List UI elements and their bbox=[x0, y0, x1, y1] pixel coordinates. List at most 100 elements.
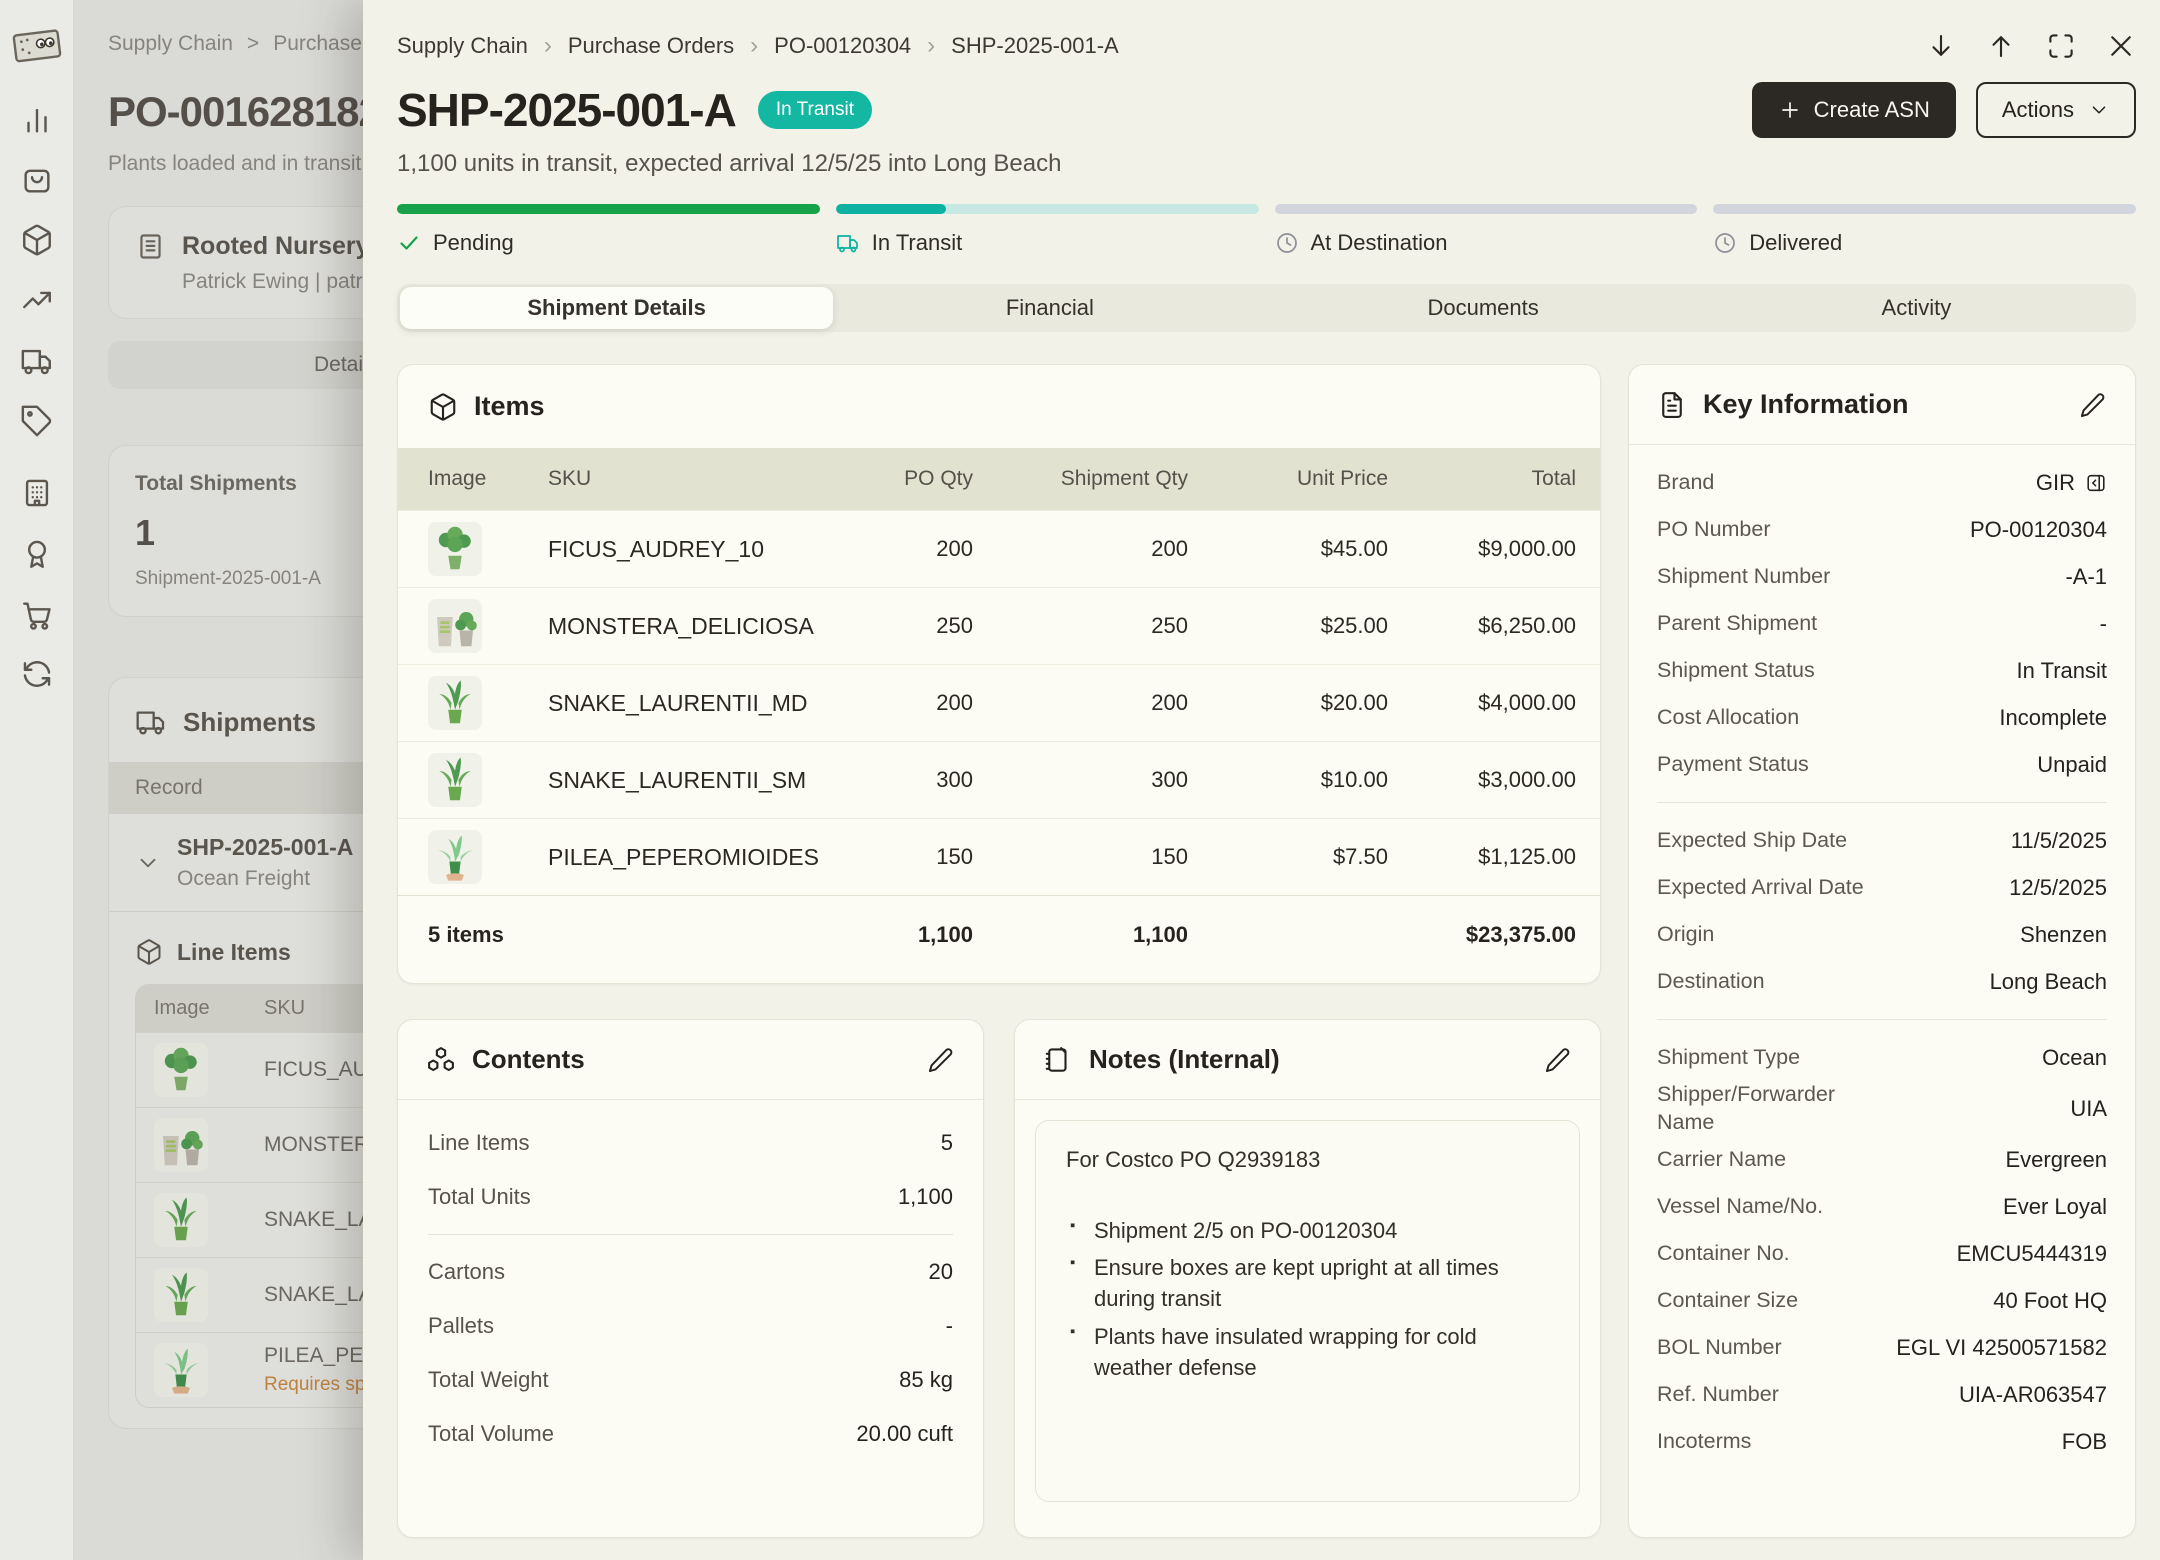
tab-documents[interactable]: Documents bbox=[1267, 287, 1700, 329]
arrow-up-icon[interactable] bbox=[1986, 31, 2016, 61]
progress-bar bbox=[1713, 204, 2136, 214]
create-asn-button[interactable]: Create ASN bbox=[1752, 82, 1956, 138]
package-icon[interactable] bbox=[20, 223, 54, 257]
shipment-detail-panel: Supply Chain › Purchase Orders › PO-0012… bbox=[363, 0, 2160, 1560]
note-bullet: Ensure boxes are kept upright at all tim… bbox=[1066, 1252, 1549, 1314]
contents-title: Contents bbox=[472, 1044, 585, 1075]
close-icon[interactable] bbox=[2106, 31, 2136, 61]
plant-image bbox=[428, 830, 482, 884]
plant-image bbox=[428, 753, 482, 807]
breadcrumb-item[interactable]: Supply Chain bbox=[108, 32, 233, 56]
key-info-row: Shipment StatusIn Transit bbox=[1657, 647, 2107, 694]
key-info-row: Container Size40 Foot HQ bbox=[1657, 1278, 2107, 1325]
shopping-bag-icon[interactable] bbox=[20, 163, 54, 197]
plant-image bbox=[428, 522, 482, 576]
table-row[interactable]: SNAKE_LAURENTII_MD 200 200 $20.00 $4,000… bbox=[398, 664, 1600, 741]
divider bbox=[428, 1234, 953, 1235]
actions-button[interactable]: Actions bbox=[1976, 82, 2136, 138]
divider bbox=[1657, 1019, 2107, 1020]
breadcrumb-item[interactable]: Supply Chain bbox=[397, 33, 528, 59]
items-count: 5 items bbox=[428, 922, 823, 948]
award-icon[interactable] bbox=[20, 537, 54, 571]
notebook-pen-icon bbox=[1043, 1045, 1073, 1075]
key-info-row: Parent Shipment- bbox=[1657, 600, 2107, 647]
plus-icon bbox=[1778, 98, 1802, 122]
chevron-down-icon bbox=[2088, 99, 2110, 121]
breadcrumb-item[interactable]: PO-00120304 bbox=[774, 33, 911, 59]
breadcrumb-item[interactable]: SHP-2025-001-A bbox=[951, 33, 1119, 59]
notes-card: Notes (Internal) For Costco PO Q2939183 … bbox=[1014, 1019, 1601, 1538]
contents-card: Contents Line Items5 Total Units1,100 Ca… bbox=[397, 1019, 984, 1538]
items-table-footer: 5 items 1,100 1,100 $23,375.00 bbox=[398, 895, 1600, 973]
note-bullet: Shipment 2/5 on PO-00120304 bbox=[1066, 1215, 1549, 1246]
key-info-title: Key Information bbox=[1703, 389, 1909, 420]
column-header: Image bbox=[154, 997, 264, 1020]
contents-row: Cartons20 bbox=[428, 1245, 953, 1299]
tab-financial[interactable]: Financial bbox=[833, 287, 1266, 329]
plant-image bbox=[154, 1343, 208, 1397]
trending-up-icon[interactable] bbox=[20, 283, 54, 317]
divider bbox=[1657, 802, 2107, 803]
status-badge: In Transit bbox=[758, 91, 872, 129]
plant-image bbox=[154, 1118, 208, 1172]
progress-bar bbox=[836, 204, 1259, 214]
table-row[interactable]: PILEA_PEPEROMIOIDES 150 150 $7.50 $1,125… bbox=[398, 818, 1600, 895]
chevron-down-icon[interactable] bbox=[135, 850, 161, 876]
step-delivered: Delivered bbox=[1713, 204, 2136, 256]
note-bullet: Plants have insulated wrapping for cold … bbox=[1066, 1321, 1549, 1383]
shipments-title: Shipments bbox=[183, 707, 316, 738]
notes-content[interactable]: For Costco PO Q2939183 Shipment 2/5 on P… bbox=[1035, 1120, 1580, 1502]
key-info-row: IncotermsFOB bbox=[1657, 1419, 2107, 1466]
key-info-row: BOL NumberEGL VI 42500571582 bbox=[1657, 1325, 2107, 1372]
app-logo-icon[interactable] bbox=[10, 22, 64, 70]
table-row[interactable]: FICUS_AUDREY_10 200 200 $45.00 $9,000.00 bbox=[398, 510, 1600, 587]
record-mode: Ocean Freight bbox=[177, 867, 353, 891]
contents-row: Total Weight85 kg bbox=[428, 1353, 953, 1407]
key-info-row: Expected Ship Date11/5/2025 bbox=[1657, 817, 2107, 864]
key-info-row: OriginShenzen bbox=[1657, 911, 2107, 958]
tag-icon[interactable] bbox=[20, 404, 54, 438]
key-info-row: Brand GIR bbox=[1657, 459, 2107, 506]
key-info-row: Cost AllocationIncomplete bbox=[1657, 694, 2107, 741]
arrow-down-icon[interactable] bbox=[1926, 31, 1956, 61]
breadcrumb-item[interactable]: Purchase Orders bbox=[568, 33, 734, 59]
items-title: Items bbox=[474, 391, 545, 422]
breadcrumb-separator: › bbox=[750, 32, 758, 60]
vendor-name: Rooted Nursery bbox=[182, 232, 370, 261]
panel-open-icon[interactable] bbox=[2085, 472, 2107, 494]
key-info-row: Carrier NameEvergreen bbox=[1657, 1137, 2107, 1184]
contents-row: Total Units1,100 bbox=[428, 1170, 953, 1224]
left-column: Items Image SKU PO Qty Shipment Qty Unit… bbox=[397, 364, 1601, 1538]
app-icon-rail bbox=[0, 0, 74, 1560]
key-info-row: PO NumberPO-00120304 bbox=[1657, 506, 2107, 553]
contents-row: Line Items5 bbox=[428, 1116, 953, 1170]
shipment-summary: 1,100 units in transit, expected arrival… bbox=[397, 150, 2136, 178]
package-icon bbox=[135, 938, 163, 966]
notes-heading: For Costco PO Q2939183 bbox=[1066, 1147, 1549, 1173]
tab-shipment-details[interactable]: Shipment Details bbox=[400, 287, 833, 329]
file-text-icon bbox=[1657, 390, 1687, 420]
building-icon[interactable] bbox=[20, 476, 54, 510]
table-row[interactable]: SNAKE_LAURENTII_SM 300 300 $10.00 $3,000… bbox=[398, 741, 1600, 818]
notes-title: Notes (Internal) bbox=[1089, 1044, 1280, 1075]
edit-pencil-icon[interactable] bbox=[2079, 391, 2107, 419]
bar-chart-icon[interactable] bbox=[20, 103, 54, 137]
key-info-row: Payment StatusUnpaid bbox=[1657, 741, 2107, 788]
truck-icon bbox=[135, 706, 167, 738]
progress-bar bbox=[1275, 204, 1698, 214]
plant-image bbox=[154, 1268, 208, 1322]
check-icon bbox=[397, 231, 421, 255]
truck-icon[interactable] bbox=[20, 344, 54, 378]
edit-pencil-icon[interactable] bbox=[1544, 1046, 1572, 1074]
sync-icon[interactable] bbox=[20, 657, 54, 691]
shopping-cart-icon[interactable] bbox=[20, 598, 54, 632]
record-id: SHP-2025-001-A bbox=[177, 834, 353, 861]
table-row[interactable]: MONSTERA_DELICIOSA 250 250 $25.00 $6,250… bbox=[398, 587, 1600, 664]
step-at-destination: At Destination bbox=[1275, 204, 1698, 256]
progress-bar bbox=[397, 204, 820, 214]
maximize-icon[interactable] bbox=[2046, 31, 2076, 61]
tab-activity[interactable]: Activity bbox=[1700, 287, 2133, 329]
shipment-progress-stepper: Pending In Transit At Destination Delive… bbox=[397, 204, 2136, 256]
edit-pencil-icon[interactable] bbox=[927, 1046, 955, 1074]
plant-image bbox=[428, 676, 482, 730]
